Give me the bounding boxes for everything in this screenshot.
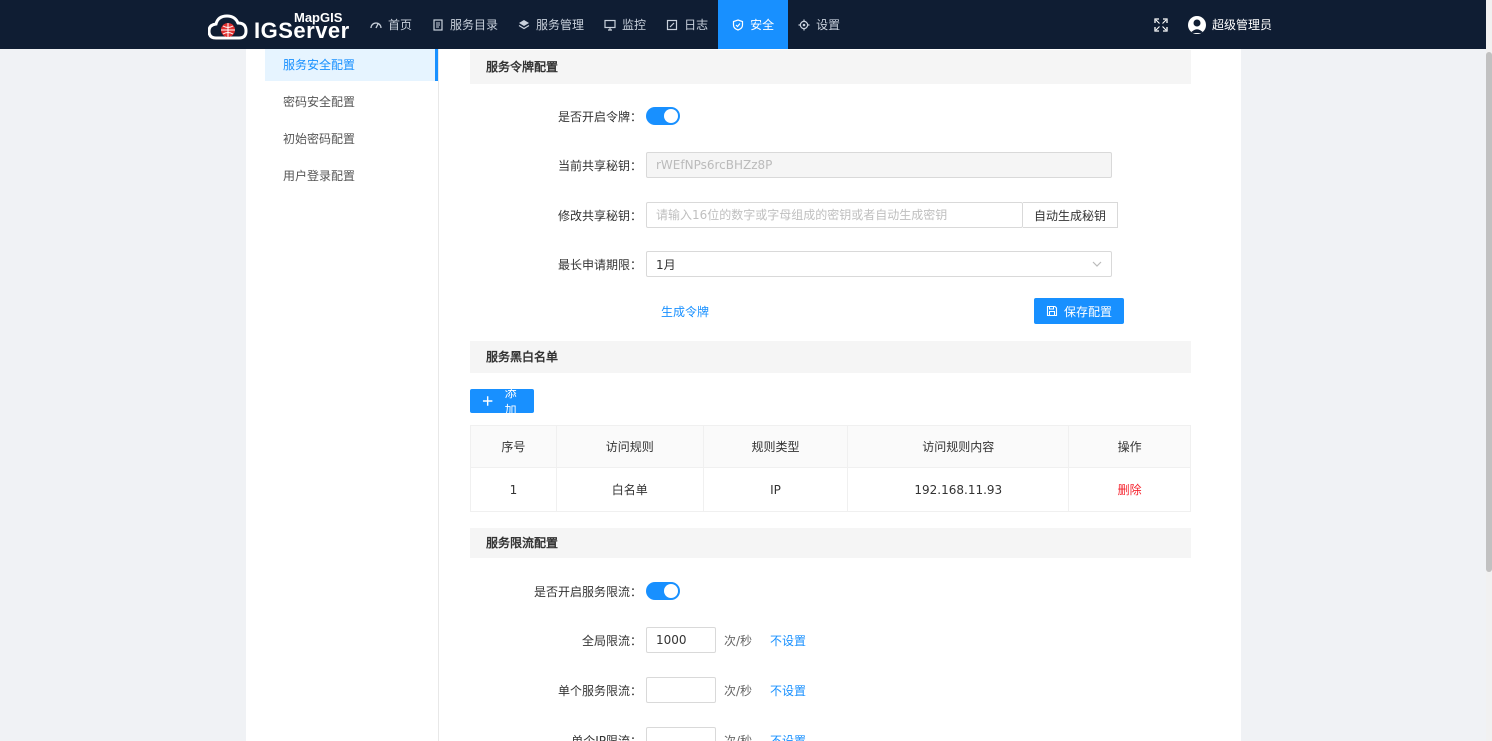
max-period-value: 1月: [656, 257, 676, 272]
user-icon: [1190, 19, 1204, 33]
nav-item-catalog[interactable]: 服务目录: [422, 0, 508, 49]
avatar[interactable]: [1187, 15, 1206, 34]
add-rule-button[interactable]: 添加: [470, 386, 534, 417]
global-limit-input[interactable]: [646, 627, 716, 653]
rules-table: 序号 访问规则 规则类型 访问规则内容 操作 1 白名单 IP 192.168.…: [470, 425, 1191, 512]
modify-secret-input[interactable]: [646, 202, 1023, 228]
single-service-limit-label: 单个服务限流：: [557, 683, 642, 698]
save-icon: [1046, 305, 1058, 317]
gear-icon: [798, 19, 810, 30]
token-enable-row: 是否开启令牌：: [470, 103, 1191, 129]
modify-secret-row: 修改共享秘钥： 自动生成秘钥: [470, 202, 1191, 228]
col-rule: 访问规则: [555, 425, 704, 468]
monitor-icon: [604, 19, 616, 31]
cell-index: 1: [470, 467, 557, 512]
logo[interactable]: MapGIS IGServer: [208, 8, 350, 43]
dashboard-icon: [370, 21, 382, 28]
cloud-globe-icon: [208, 14, 248, 40]
token-actions-row: 生成令牌 保存配置: [470, 298, 1191, 324]
table-row: 1 白名单 IP 192.168.11.93 删除: [470, 467, 1191, 512]
nav-label: 设置: [816, 18, 841, 32]
catalog-icon: [433, 18, 443, 31]
single-ip-limit-input[interactable]: [646, 727, 716, 741]
sidebar-item-service-security[interactable]: 服务安全配置: [265, 49, 438, 81]
sidebar: 服务安全配置 密码安全配置 初始密码配置 用户登录配置: [246, 49, 439, 741]
nav-label: 服务管理: [536, 18, 585, 32]
log-icon: [666, 19, 678, 30]
global-limit-row: 全局限流： 次/秒 不设置: [470, 627, 1191, 653]
save-config-label: 保存配置: [1064, 304, 1113, 319]
cell-action: 删除: [1068, 467, 1191, 512]
nav-item-monitor[interactable]: 监控: [594, 0, 656, 49]
ratelimit-enable-label: 是否开启服务限流：: [533, 584, 642, 599]
plus-icon: [482, 396, 493, 406]
auto-generate-secret-button[interactable]: 自动生成秘钥: [1023, 202, 1119, 228]
global-limit-label: 全局限流：: [581, 633, 642, 648]
nav-label: 首页: [388, 18, 413, 32]
section-title-ratelimit: 服务限流配置: [470, 528, 1191, 558]
delete-link[interactable]: 删除: [1118, 483, 1142, 497]
single-ip-limit-unset-link[interactable]: 不设置: [770, 732, 806, 741]
main-nav: 首页 服务目录 服务管理 监控 日志 安全 设置: [360, 0, 850, 49]
add-rule-label: 添加: [504, 386, 517, 417]
user-area: 超级管理员: [1154, 0, 1272, 49]
nav-item-settings[interactable]: 设置: [788, 0, 850, 49]
col-index: 序号: [470, 425, 557, 468]
modify-secret-label: 修改共享秘钥：: [557, 208, 642, 223]
section-title-token: 服务令牌配置: [470, 50, 1191, 84]
cell-content: 192.168.11.93: [847, 467, 1070, 512]
single-ip-limit-label: 单个IP限流：: [571, 733, 642, 741]
nav-item-home[interactable]: 首页: [360, 0, 422, 49]
max-period-label: 最长申请期限：: [557, 257, 642, 272]
single-ip-limit-unit: 次/秒: [724, 733, 753, 741]
nav-item-log[interactable]: 日志: [656, 0, 718, 49]
generate-token-link[interactable]: 生成令牌: [661, 303, 709, 320]
ratelimit-enable-row: 是否开启服务限流：: [470, 578, 1191, 604]
max-period-select[interactable]: 1月: [646, 251, 1112, 277]
single-service-limit-unset-link[interactable]: 不设置: [770, 682, 806, 699]
nav-label: 监控: [622, 18, 647, 32]
sidebar-item-password-security[interactable]: 密码安全配置: [246, 86, 438, 123]
col-action: 操作: [1068, 425, 1191, 468]
single-service-limit-unit: 次/秒: [724, 683, 753, 698]
nav-label: 服务目录: [450, 18, 499, 32]
layers-icon: [518, 19, 530, 29]
shield-icon: [732, 18, 744, 31]
scrollbar-thumb[interactable]: [1486, 52, 1492, 572]
single-service-limit-row: 单个服务限流： 次/秒 不设置: [470, 677, 1191, 703]
token-enable-label: 是否开启令牌：: [557, 109, 642, 124]
global-limit-unset-link[interactable]: 不设置: [770, 632, 806, 649]
single-service-limit-input[interactable]: [646, 677, 716, 703]
fullscreen-icon[interactable]: [1154, 17, 1168, 32]
content-container: 服务安全配置 密码安全配置 初始密码配置 用户登录配置 服务令牌配置 是否开启令…: [246, 49, 1241, 741]
cell-rule: 白名单: [555, 467, 704, 512]
current-secret-row: 当前共享秘钥：: [470, 152, 1191, 178]
global-limit-unit: 次/秒: [724, 633, 753, 648]
nav-label: 日志: [684, 18, 709, 32]
table-header-row: 序号 访问规则 规则类型 访问规则内容 操作: [470, 425, 1191, 468]
current-secret-field: [646, 152, 1112, 178]
ratelimit-enable-switch[interactable]: [646, 582, 680, 600]
chevron-down-icon: [1092, 261, 1102, 267]
cell-type: IP: [702, 467, 849, 512]
brand-big: IGServer: [254, 18, 350, 43]
col-content: 访问规则内容: [847, 425, 1070, 468]
token-enable-switch[interactable]: [646, 107, 680, 125]
current-secret-label: 当前共享秘钥：: [557, 158, 642, 173]
top-navbar: MapGIS IGServer 首页 服务目录 服务管理 监控 日志 安全 设置…: [0, 0, 1486, 49]
save-config-button[interactable]: 保存配置: [1034, 298, 1125, 324]
nav-item-service-management[interactable]: 服务管理: [508, 0, 594, 49]
nav-item-security[interactable]: 安全: [718, 0, 789, 49]
sidebar-item-user-login[interactable]: 用户登录配置: [246, 160, 438, 197]
sidebar-item-initial-password[interactable]: 初始密码配置: [246, 123, 438, 160]
user-name[interactable]: 超级管理员: [1212, 16, 1272, 33]
page-scrollbar[interactable]: [1486, 0, 1492, 741]
max-period-row: 最长申请期限： 1月: [470, 251, 1191, 277]
nav-label: 安全: [750, 18, 775, 32]
section-title-blacklist: 服务黑白名单: [470, 341, 1191, 373]
single-ip-limit-row: 单个IP限流： 次/秒 不设置: [470, 727, 1191, 741]
col-type: 规则类型: [702, 425, 849, 468]
